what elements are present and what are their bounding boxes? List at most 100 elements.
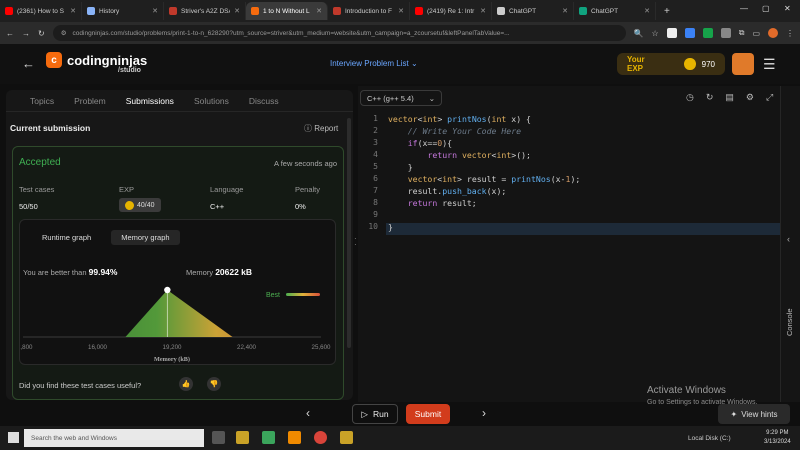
play-icon: ▷ bbox=[361, 408, 368, 419]
console-sidebar[interactable]: ‹ Console bbox=[780, 86, 800, 402]
line-number: 10 bbox=[368, 222, 378, 231]
new-tab-button[interactable]: + bbox=[664, 6, 670, 17]
coin-icon bbox=[684, 58, 696, 70]
task-view-icon[interactable] bbox=[212, 431, 225, 444]
tab-discuss[interactable]: Discuss bbox=[249, 96, 279, 106]
view-hints-button[interactable]: ✦ View hints bbox=[718, 404, 790, 424]
report-label: Report bbox=[314, 124, 339, 133]
close-tab-icon[interactable]: ✕ bbox=[398, 7, 404, 15]
close-tab-icon[interactable]: ✕ bbox=[234, 7, 240, 15]
tab-memory-graph[interactable]: Memory graph bbox=[111, 230, 180, 245]
chrome-icon[interactable] bbox=[314, 431, 327, 444]
x-tick-label: 22,400 bbox=[237, 344, 256, 351]
problem-list-label: Interview Problem List bbox=[330, 59, 409, 68]
file-explorer-icon[interactable] bbox=[262, 431, 275, 444]
close-tab-icon[interactable]: ✕ bbox=[70, 7, 76, 15]
current-submission-title: Current submission bbox=[10, 123, 91, 133]
app-icon[interactable] bbox=[340, 431, 353, 444]
browser-tab[interactable]: Introduction to F ✕ bbox=[328, 2, 410, 20]
close-tab-icon[interactable]: ✕ bbox=[152, 7, 158, 15]
vlc-icon[interactable] bbox=[288, 431, 301, 444]
tabs-container: (2361) How to S ✕ History ✕ Striver's A2Z DS… bbox=[0, 0, 656, 22]
left-panel-scrollbar[interactable] bbox=[347, 118, 351, 348]
logo-mark-icon: c bbox=[46, 52, 62, 68]
problem-list-dropdown[interactable]: Interview Problem List ⌄ bbox=[330, 59, 418, 68]
tab-submissions[interactable]: Submissions bbox=[126, 96, 174, 106]
exp-label: Your EXP bbox=[627, 55, 645, 73]
forward-icon[interactable]: → bbox=[22, 29, 30, 38]
avatar[interactable] bbox=[732, 53, 754, 75]
minimize-icon[interactable]: — bbox=[740, 4, 748, 13]
extensions-puzzle-icon[interactable]: ⧉ bbox=[739, 28, 745, 38]
close-tab-icon[interactable]: ✕ bbox=[316, 7, 322, 15]
close-tab-icon[interactable]: ✕ bbox=[644, 7, 650, 15]
bookmark-star-icon[interactable]: ☆ bbox=[652, 29, 659, 38]
browser-tab[interactable]: (2361) How to S ✕ bbox=[0, 2, 82, 20]
x-tick-label: 16,000 bbox=[88, 344, 107, 351]
profile-icon[interactable] bbox=[768, 28, 778, 38]
windows-start-icon[interactable] bbox=[8, 432, 19, 443]
browser-tab[interactable]: History ✕ bbox=[82, 2, 164, 20]
maximize-icon[interactable]: ▢ bbox=[762, 4, 770, 13]
tab-solutions[interactable]: Solutions bbox=[194, 96, 229, 106]
chevron-left-icon[interactable]: ‹ bbox=[787, 234, 790, 244]
browser-menu-icon[interactable]: ⋮ bbox=[786, 29, 794, 38]
run-button[interactable]: ▷ Run bbox=[352, 404, 398, 424]
code-editor-panel: C++ (g++ 5.4) ⌄ ◷ ↻ ▤ ⚙ ⤢ 1 2 3 4 5 6 7 … bbox=[358, 86, 780, 402]
next-problem-icon[interactable]: › bbox=[482, 406, 486, 420]
tab-favicon-icon bbox=[5, 7, 13, 15]
extension-icon[interactable] bbox=[702, 28, 713, 38]
coding-ninjas-logo[interactable]: c codingninjas /studio bbox=[46, 52, 147, 74]
notes-icon[interactable]: ▤ bbox=[725, 92, 734, 103]
penalty-value: 0% bbox=[295, 202, 306, 211]
settings-gear-icon[interactable]: ⚙ bbox=[746, 92, 754, 103]
close-window-icon[interactable]: ✕ bbox=[784, 4, 791, 13]
hamburger-menu-icon[interactable]: ☰ bbox=[763, 56, 776, 73]
site-info-icon[interactable]: ⚙ bbox=[61, 29, 67, 37]
reset-code-icon[interactable]: ↻ bbox=[706, 92, 714, 103]
fullscreen-icon[interactable]: ⤢ bbox=[766, 92, 773, 103]
browser-tab[interactable]: ChatGPT ✕ bbox=[574, 2, 656, 20]
close-tab-icon[interactable]: ✕ bbox=[480, 7, 486, 15]
back-arrow-icon[interactable]: ← bbox=[22, 56, 35, 71]
extension-icon[interactable] bbox=[720, 28, 731, 38]
submit-button[interactable]: Submit bbox=[406, 404, 450, 424]
media-player-icon[interactable] bbox=[236, 431, 249, 444]
search-page-icon[interactable]: 🔍 bbox=[634, 29, 644, 38]
report-button[interactable]: ⓘ Report bbox=[304, 123, 338, 134]
tab-favicon-icon bbox=[169, 7, 177, 15]
tab-runtime-graph[interactable]: Runtime graph bbox=[32, 230, 101, 245]
browser-tab[interactable]: ChatGPT ✕ bbox=[492, 2, 574, 20]
line-number: 3 bbox=[373, 138, 378, 147]
browser-tab[interactable]: 1 to N Without L ✕ bbox=[246, 2, 328, 20]
app-header: ← c codingninjas /studio Interview Probl… bbox=[0, 44, 800, 84]
browser-tab[interactable]: (2419) Re 1: Intr ✕ bbox=[410, 2, 492, 20]
line-number: 2 bbox=[373, 126, 378, 135]
current-line-highlight bbox=[386, 223, 780, 235]
tab-problem[interactable]: Problem bbox=[74, 96, 106, 106]
better-value: 99.94% bbox=[88, 267, 118, 277]
timer-icon[interactable]: ◷ bbox=[686, 92, 694, 103]
browser-tab[interactable]: Striver's A2Z DSA ✕ bbox=[164, 2, 246, 20]
sidebar-icon[interactable]: ▭ bbox=[752, 29, 760, 38]
language-select[interactable]: C++ (g++ 5.4) ⌄ bbox=[360, 90, 442, 106]
panel-resize-handle[interactable]: · · bbox=[354, 235, 357, 249]
close-tab-icon[interactable]: ✕ bbox=[562, 7, 568, 15]
previous-problem-icon[interactable]: ‹ bbox=[306, 406, 310, 420]
exp-value: 970 bbox=[701, 59, 715, 69]
info-icon: ⓘ bbox=[304, 124, 315, 133]
tab-label: (2361) How to S bbox=[17, 7, 64, 15]
url-field[interactable]: ⚙ codingninjas.com/studio/problems/print… bbox=[52, 25, 626, 41]
back-icon[interactable]: ← bbox=[6, 29, 14, 38]
extension-icon[interactable] bbox=[684, 28, 695, 38]
tab-topics[interactable]: Topics bbox=[30, 96, 54, 106]
line-number: 8 bbox=[373, 198, 378, 207]
coin-icon bbox=[125, 200, 134, 210]
thumbs-up-icon[interactable]: 👍 bbox=[179, 377, 193, 391]
exp-badge[interactable]: Your EXP 970 bbox=[617, 53, 725, 75]
taskbar-search-input[interactable]: Search the web and Windows bbox=[24, 429, 204, 447]
thumbs-down-icon[interactable]: 👎 bbox=[207, 377, 221, 391]
extension-icon[interactable] bbox=[666, 28, 677, 38]
code-line: result.push_back(x); bbox=[388, 186, 507, 196]
reload-icon[interactable]: ↻ bbox=[38, 29, 45, 38]
